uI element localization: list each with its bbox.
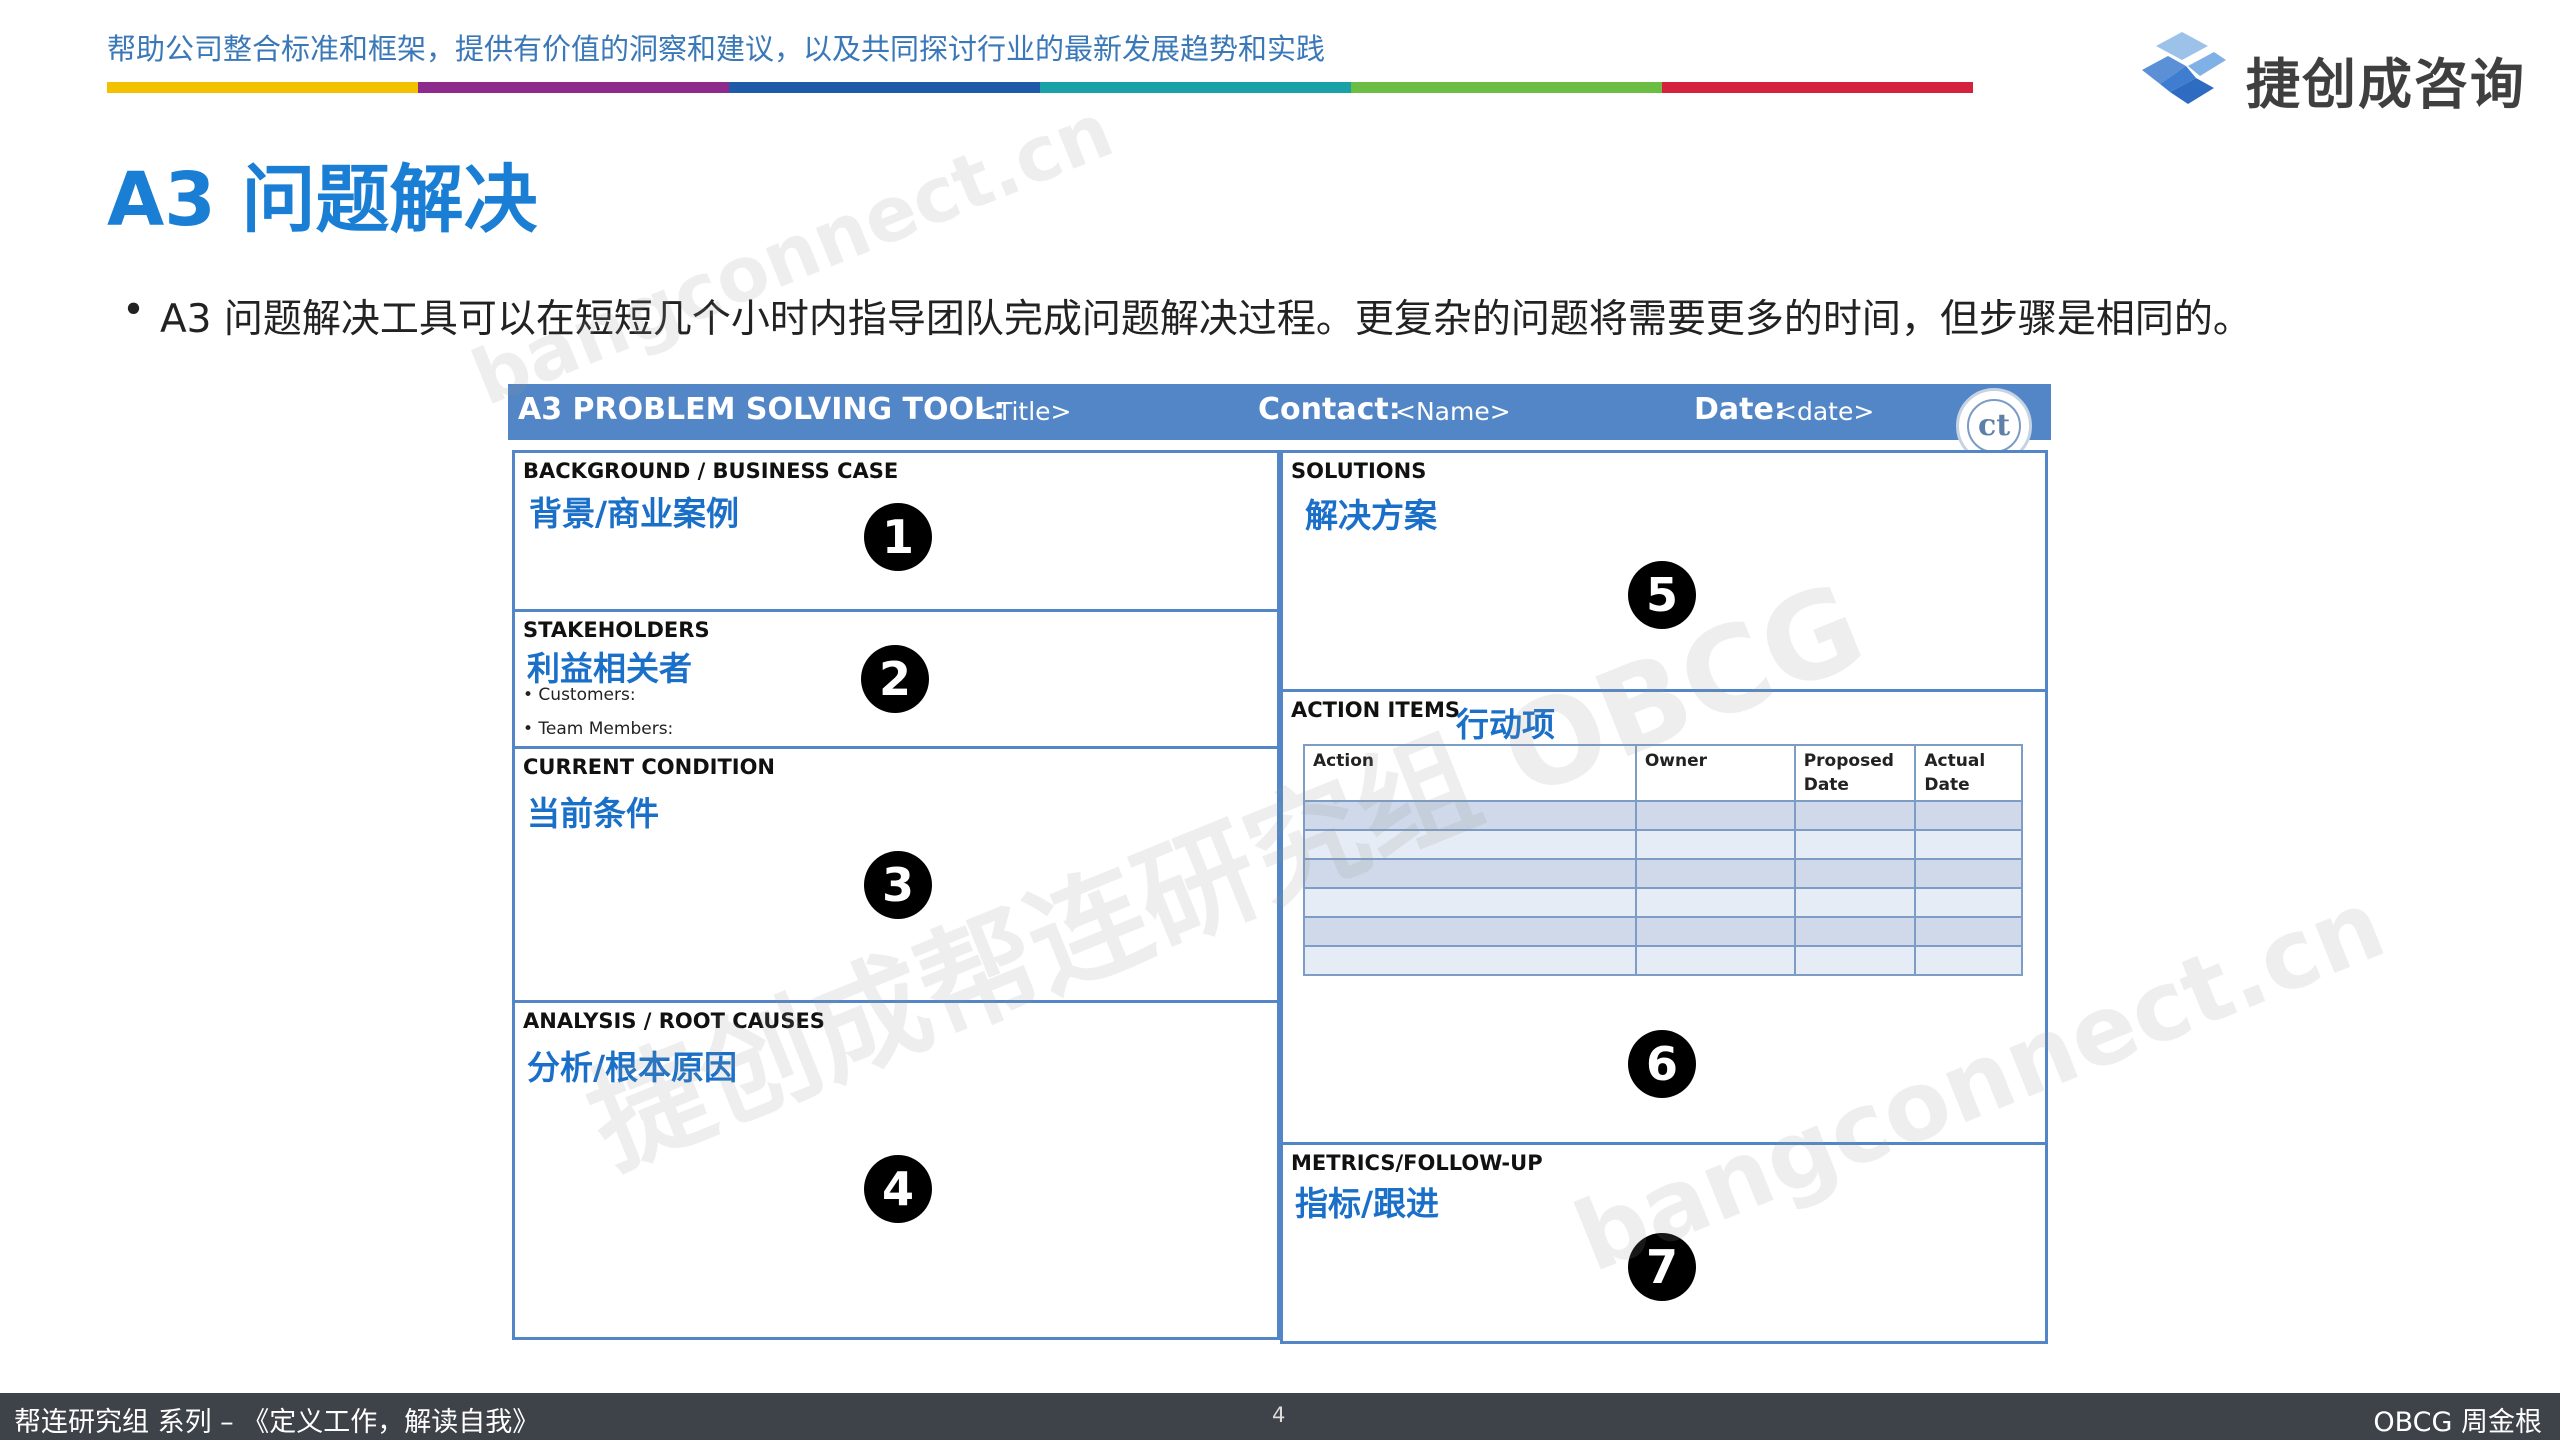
step-number-badge: 3 (864, 851, 932, 919)
color-bar-segment (729, 82, 1040, 93)
step-number-badge: 1 (864, 503, 932, 571)
section-label: ANALYSIS / ROOT CAUSES (523, 1009, 825, 1033)
a3-contact-value: <Name> (1395, 397, 1511, 426)
header-color-bar (107, 82, 1973, 93)
section-cn-label: 当前条件 (527, 794, 659, 833)
page-number: 4 (1272, 1403, 1286, 1427)
table-row (1303, 800, 2023, 831)
color-bar-segment (1040, 82, 1351, 93)
table-row (1303, 945, 2023, 976)
a3-date-label: Date: (1694, 392, 1786, 427)
table-header-action: Action (1303, 744, 1637, 802)
cube-logo-icon (2142, 32, 2226, 104)
section-cn-label: 背景/商业案例 (529, 494, 740, 533)
section-cn-label: 分析/根本原因 (527, 1048, 738, 1087)
stakeholder-item: • Customers: (523, 685, 636, 705)
a3-header: A3 PROBLEM SOLVING TOOL: <Title> Contact… (508, 384, 2051, 440)
a3-date-value: <date> (1776, 397, 1875, 426)
step-number-badge: 6 (1628, 1030, 1696, 1098)
color-bar-segment (1351, 82, 1662, 93)
color-bar-segment (107, 82, 418, 93)
step-number-badge: 5 (1628, 561, 1696, 629)
table-row (1303, 829, 2023, 860)
table-header-proposed-date: Proposed Date (1793, 744, 1917, 802)
section-label: STAKEHOLDERS (523, 618, 710, 642)
section-analysis: ANALYSIS / ROOT CAUSES 分析/根本原因 4 (512, 1000, 1280, 1340)
section-cn-label: 行动项 (1456, 705, 1555, 744)
section-metrics: METRICS/FOLLOW-UP 指标/跟进 7 (1280, 1142, 2048, 1344)
section-current-condition: CURRENT CONDITION 当前条件 3 (512, 746, 1280, 1003)
section-stakeholders: STAKEHOLDERS 利益相关者 • Customers: • Team M… (512, 609, 1280, 749)
color-bar-segment (1662, 82, 1973, 93)
section-action-items: ACTION ITEMS 行动项 Action Owner Proposed D… (1280, 689, 2048, 1145)
logo-text: 捷创成咨询 (2246, 53, 2526, 116)
a3-contact-label: Contact: (1258, 392, 1401, 427)
a3-template: A3 PROBLEM SOLVING TOOL: <Title> Contact… (508, 384, 2051, 1356)
section-label: METRICS/FOLLOW-UP (1291, 1151, 1543, 1175)
stakeholder-item: • Team Members: (523, 719, 674, 739)
table-row (1303, 887, 2023, 918)
bullet-dot: • (122, 288, 146, 333)
table-row (1303, 858, 2023, 889)
step-number-badge: 7 (1628, 1233, 1696, 1301)
bullet-text: A3 问题解决工具可以在短短几个小时内指导团队完成问题解决过程。更复杂的问题将需… (160, 297, 2252, 342)
a3-tool-label: A3 PROBLEM SOLVING TOOL: (518, 392, 1006, 427)
step-number-badge: 2 (861, 645, 929, 713)
section-cn-label: 利益相关者 (527, 649, 692, 688)
section-label: BACKGROUND / BUSINESS CASE (523, 459, 899, 483)
section-background: BACKGROUND / BUSINESS CASE 背景/商业案例 1 (512, 450, 1280, 612)
section-cn-label: 指标/跟进 (1295, 1184, 1440, 1223)
footer-series-text: 帮连研究组 系列 – 《定义工作，解读自我》 (14, 1407, 540, 1438)
step-number-badge: 4 (864, 1155, 932, 1223)
footer-bar: 帮连研究组 系列 – 《定义工作，解读自我》 4 OBCG 周金根 (0, 1393, 2560, 1440)
page-title: A3 问题解决 (107, 157, 538, 243)
action-items-table: Action Owner Proposed Date Actual Date (1303, 744, 2023, 976)
footer-author: OBCG 周金根 (2373, 1407, 2542, 1438)
section-label: ACTION ITEMS (1291, 698, 1461, 722)
color-bar-segment (418, 82, 729, 93)
section-label: CURRENT CONDITION (523, 755, 776, 779)
table-header-actual-date: Actual Date (1914, 744, 2023, 802)
seal-text: ct (1967, 399, 2021, 453)
company-logo: 捷创成咨询 (2136, 30, 2536, 116)
section-label: SOLUTIONS (1291, 459, 1427, 483)
section-cn-label: 解决方案 (1305, 496, 1437, 535)
section-solutions: SOLUTIONS 解决方案 5 (1280, 450, 2048, 692)
table-header-owner: Owner (1634, 744, 1796, 802)
a3-title-value: <Title> (976, 397, 1072, 426)
table-row (1303, 916, 2023, 947)
watermark-text: bangconnect.cn (460, 85, 1125, 423)
header-tagline: 帮助公司整合标准和框架，提供有价值的洞察和建议，以及共同探讨行业的最新发展趋势和… (107, 32, 1326, 66)
